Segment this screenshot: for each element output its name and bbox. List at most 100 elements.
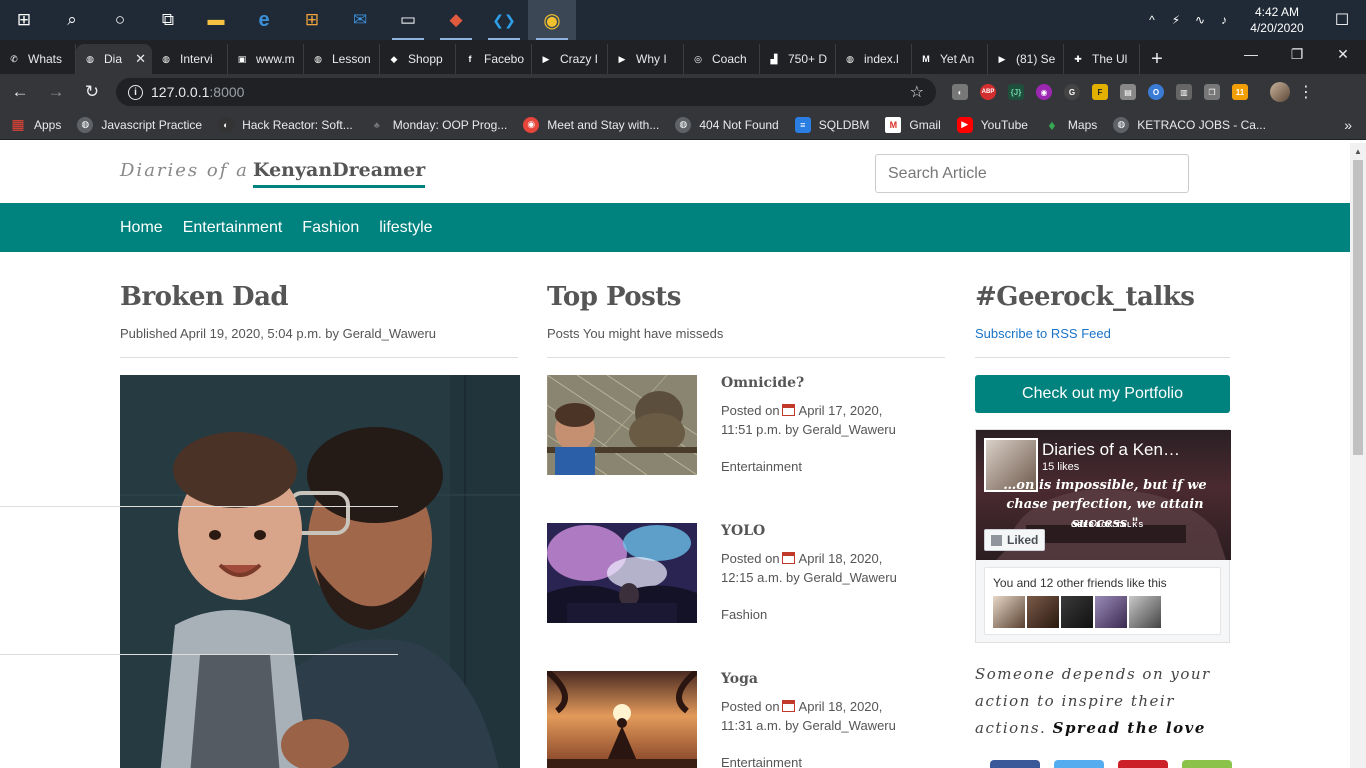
fb-cover-image[interactable]: Diaries of a Ken… 15 likes …on is imposs… bbox=[976, 430, 1231, 560]
chrome-icon[interactable]: ◉ bbox=[528, 0, 576, 40]
start-icon[interactable]: ⊞ bbox=[0, 0, 48, 40]
portfolio-button[interactable]: Check out my Portfolio bbox=[975, 375, 1230, 413]
profile-avatar-icon[interactable] bbox=[1266, 78, 1294, 106]
tab-diaries[interactable]: ◍ Dia ✕ bbox=[76, 44, 152, 74]
more-bookmarks-icon[interactable]: » bbox=[1344, 117, 1352, 133]
search-icon[interactable]: ⌕ bbox=[48, 0, 96, 40]
facebook-share-icon[interactable] bbox=[990, 760, 1040, 768]
nav-fashion[interactable]: Fashion bbox=[302, 219, 359, 237]
article-hero-image[interactable] bbox=[120, 375, 520, 768]
chrome-menu-icon[interactable]: ⋮ bbox=[1294, 82, 1318, 102]
bookmark-maps[interactable]: ♦ Maps bbox=[1044, 117, 1097, 133]
vscode-icon[interactable]: ❮❯ bbox=[480, 0, 528, 40]
mail-icon[interactable]: ✉ bbox=[336, 0, 384, 40]
pinterest-share-icon[interactable] bbox=[1118, 760, 1168, 768]
tab-750[interactable]: ▟ 750+ D bbox=[760, 44, 836, 74]
post-title[interactable]: YOLO bbox=[721, 523, 765, 539]
bookmark-gmail[interactable]: M Gmail bbox=[885, 116, 941, 133]
post-title[interactable]: Yoga bbox=[721, 671, 758, 687]
nav-home[interactable]: Home bbox=[120, 219, 163, 237]
tab-www[interactable]: ▣ www.m bbox=[228, 44, 304, 74]
volume-icon[interactable]: ♪ bbox=[1212, 13, 1236, 27]
bookmark-hack-reactor[interactable]: ◐ Hack Reactor: Soft... bbox=[218, 116, 353, 133]
post-category[interactable]: Entertainment bbox=[721, 755, 802, 768]
doc-ext-icon[interactable]: ▤ bbox=[1114, 78, 1142, 106]
post-category[interactable]: Entertainment bbox=[721, 459, 802, 474]
close-window-icon[interactable]: ✕ bbox=[1320, 40, 1366, 68]
terminal-icon[interactable]: ▭ bbox=[384, 0, 432, 40]
tab-interview[interactable]: ◍ Intervi bbox=[152, 44, 228, 74]
bookmark-youtube[interactable]: ▶ YouTube bbox=[956, 116, 1028, 133]
rss-ext-icon[interactable]: 11 bbox=[1226, 78, 1254, 106]
clock[interactable]: 4:42 AM 4/20/2020 bbox=[1236, 4, 1318, 36]
post-thumbnail-yolo[interactable] bbox=[547, 523, 697, 623]
file-explorer-icon[interactable]: ▬ bbox=[192, 0, 240, 40]
bookmark-monday-oop[interactable]: ♣ Monday: OOP Prog... bbox=[369, 117, 507, 133]
post-category[interactable]: Fashion bbox=[721, 607, 767, 622]
tab-coach[interactable]: ◎ Coach bbox=[684, 44, 760, 74]
search-input[interactable] bbox=[875, 154, 1189, 193]
fb-page-name[interactable]: Diaries of a Ken… bbox=[1042, 440, 1180, 460]
tab-shopping[interactable]: ◆ Shopp bbox=[380, 44, 456, 74]
post-thumbnail-yoga[interactable] bbox=[547, 671, 697, 768]
purple-ext-icon[interactable]: ◉ bbox=[1030, 78, 1058, 106]
page-scrollbar[interactable]: ▲ bbox=[1350, 143, 1366, 768]
bookmark-404[interactable]: ◍ 404 Not Found bbox=[675, 116, 779, 133]
circle-ext-icon[interactable]: O bbox=[1142, 78, 1170, 106]
maximize-icon[interactable]: ❐ bbox=[1274, 40, 1320, 68]
friend-avatar[interactable] bbox=[993, 596, 1025, 628]
minimize-icon[interactable]: — bbox=[1228, 40, 1274, 68]
bookmark-meet-and-stay[interactable]: ◉ Meet and Stay with... bbox=[523, 116, 659, 133]
tab-ui[interactable]: ✚ The Ul bbox=[1064, 44, 1140, 74]
tab-crazy[interactable]: ▶ Crazy I bbox=[532, 44, 608, 74]
address-bar[interactable]: i 127.0.0.1:8000 ☆ bbox=[116, 78, 936, 106]
store-icon[interactable]: ⊞ bbox=[288, 0, 336, 40]
friend-avatar[interactable] bbox=[1129, 596, 1161, 628]
bookmark-ketraco[interactable]: ◍ KETRACO JOBS - Ca... bbox=[1113, 116, 1266, 133]
tray-chevron-icon[interactable]: ^ bbox=[1140, 13, 1164, 27]
tab-medium[interactable]: M Yet An bbox=[912, 44, 988, 74]
git-icon[interactable]: ◆ bbox=[432, 0, 480, 40]
sharethis-share-icon[interactable] bbox=[1182, 760, 1232, 768]
new-tab-button[interactable]: + bbox=[1140, 44, 1174, 74]
grammarly-ext-icon[interactable]: G bbox=[1058, 78, 1086, 106]
close-tab-icon[interactable]: ✕ bbox=[135, 51, 146, 67]
friend-avatar[interactable] bbox=[1095, 596, 1127, 628]
post-title[interactable]: Omnicide? bbox=[721, 375, 804, 391]
tab-index[interactable]: ◍ index.l bbox=[836, 44, 912, 74]
fvd-ext-icon[interactable]: F bbox=[1086, 78, 1114, 106]
lightbulb-ext-icon[interactable]: ◐ bbox=[946, 78, 974, 106]
site-info-icon[interactable]: i bbox=[128, 84, 143, 100]
bookmark-javascript-practice[interactable]: ◍ Javascript Practice bbox=[77, 116, 202, 133]
task-view-icon[interactable]: ⧉ bbox=[144, 0, 192, 40]
twitter-share-icon[interactable] bbox=[1054, 760, 1104, 768]
tab-why[interactable]: ▶ Why I bbox=[608, 44, 684, 74]
post-thumbnail-omnicide[interactable] bbox=[547, 375, 697, 475]
article-title[interactable]: Broken Dad bbox=[120, 282, 518, 312]
copy-ext-icon[interactable]: ❐ bbox=[1198, 78, 1226, 106]
reload-icon[interactable]: ↻ bbox=[76, 76, 108, 108]
friend-avatar[interactable] bbox=[1027, 596, 1059, 628]
trello-ext-icon[interactable]: ▥ bbox=[1170, 78, 1198, 106]
nav-entertainment[interactable]: Entertainment bbox=[183, 219, 283, 237]
adblock-ext-icon[interactable]: ABP bbox=[974, 78, 1002, 106]
friend-avatar[interactable] bbox=[1061, 596, 1093, 628]
rss-feed-link[interactable]: Subscribe to RSS Feed bbox=[975, 326, 1230, 341]
bookmark-apps[interactable]: ▦ Apps bbox=[10, 116, 61, 133]
cortana-icon[interactable]: ○ bbox=[96, 0, 144, 40]
notification-icon[interactable]: ☐ bbox=[1318, 10, 1366, 30]
facebook-page-widget[interactable]: Diaries of a Ken… 15 likes …on is imposs… bbox=[975, 429, 1231, 643]
tab-whatsapp[interactable]: ✆ Whats bbox=[0, 44, 76, 74]
scroll-thumb[interactable] bbox=[1353, 160, 1363, 455]
wifi-icon[interactable]: ∿ bbox=[1188, 13, 1212, 27]
forward-arrow-icon[interactable]: → bbox=[40, 76, 72, 108]
back-arrow-icon[interactable]: ← bbox=[4, 76, 36, 108]
bookmark-sqldbm[interactable]: ≡ SQLDBM bbox=[794, 116, 869, 133]
tab-lesson[interactable]: ◍ Lesson bbox=[304, 44, 380, 74]
edge-icon[interactable]: e bbox=[240, 0, 288, 40]
nav-lifestyle[interactable]: lifestyle bbox=[379, 219, 432, 237]
tab-youtube[interactable]: ▶ (81) Se bbox=[988, 44, 1064, 74]
tab-facebook[interactable]: f Facebo bbox=[456, 44, 532, 74]
battery-icon[interactable]: ⚡ bbox=[1164, 13, 1188, 27]
scroll-up-icon[interactable]: ▲ bbox=[1354, 147, 1362, 156]
